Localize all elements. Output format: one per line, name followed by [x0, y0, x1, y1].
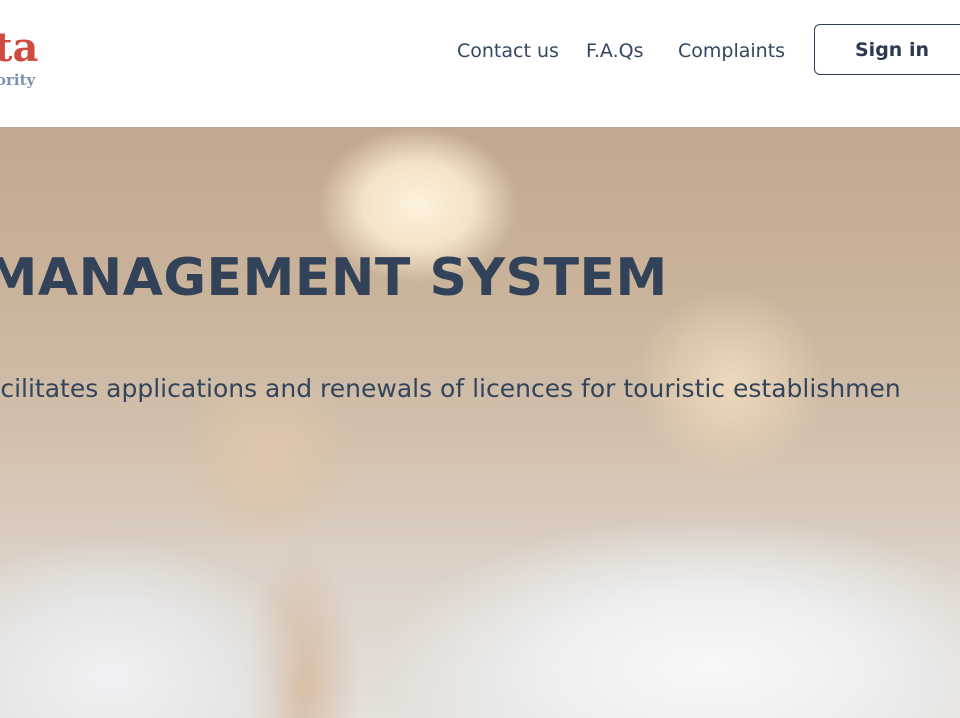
logo-main-text: ta	[0, 24, 39, 71]
page: ta ority Contact us F.A.Qs Complaints Si…	[0, 0, 960, 718]
sign-in-button[interactable]: Sign in	[814, 24, 960, 75]
nav-faqs-link[interactable]: F.A.Qs	[586, 38, 643, 64]
nav-contact-us-link[interactable]: Contact us	[457, 38, 559, 64]
hero-banner: E MANAGEMENT SYSTEM acilitates applicati…	[0, 127, 960, 718]
nav-complaints-link[interactable]: Complaints	[678, 38, 785, 64]
site-header: ta ority Contact us F.A.Qs Complaints Si…	[0, 0, 960, 127]
logo-sub-text: ority	[0, 71, 36, 89]
hero-title: E MANAGEMENT SYSTEM	[0, 248, 668, 308]
hero-subtitle: acilitates applications and renewals of …	[0, 374, 901, 403]
